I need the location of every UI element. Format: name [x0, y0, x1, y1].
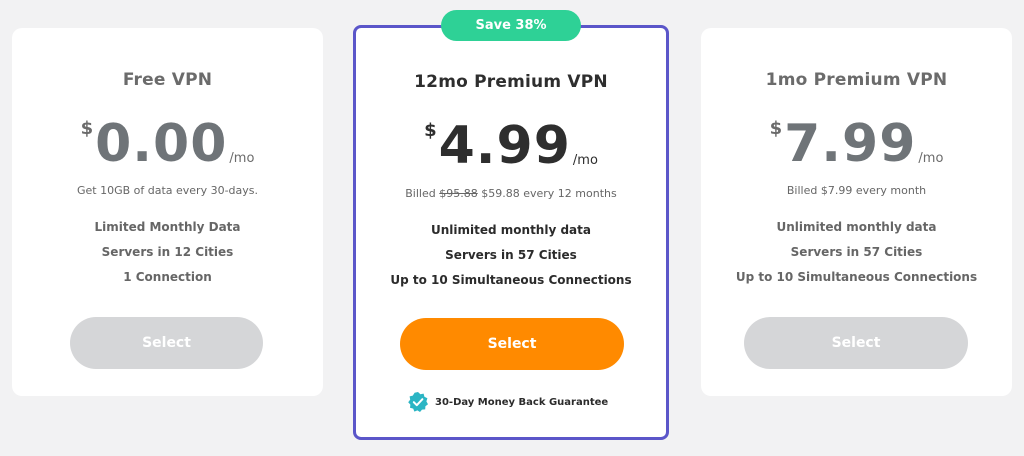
price-period: /mo	[572, 153, 598, 168]
plan-card-free: Free VPN $ 0.00 /mo Get 10GB of data eve…	[12, 28, 323, 396]
billing-text: Get 10GB of data every 30-days.	[76, 184, 259, 197]
feature-item: Servers in 57 Cities	[445, 248, 577, 262]
plan-name: 1mo Premium VPN	[765, 70, 948, 90]
billing-suffix: $59.88 every 12 months	[477, 187, 617, 200]
plan-name: 12mo Premium VPN	[414, 72, 608, 92]
plan-card-1mo: 1mo Premium VPN $ 7.99 /mo Billed $7.99 …	[701, 28, 1012, 396]
feature-item: Unlimited monthly data	[431, 223, 591, 237]
feature-item: Up to 10 Simultaneous Connections	[735, 270, 978, 284]
feature-item: Servers in 57 Cities	[790, 245, 923, 259]
feature-list: Limited Monthly Data Servers in 12 Citie…	[12, 215, 323, 290]
verified-check-icon	[408, 392, 428, 412]
money-back-guarantee: 30-Day Money Back Guarantee	[408, 392, 608, 412]
feature-item: Limited Monthly Data	[94, 220, 241, 234]
price-period: /mo	[918, 151, 944, 166]
billing-text: Billed $95.88 $59.88 every 12 months	[356, 187, 666, 200]
select-12mo-button[interactable]: Select	[400, 318, 624, 370]
price-amount: 4.99	[438, 116, 571, 176]
price: $ 4.99 /mo	[424, 118, 598, 174]
save-badge: Save 38%	[441, 10, 581, 41]
price-amount: 7.99	[784, 114, 917, 174]
feature-list: Unlimited monthly data Servers in 57 Cit…	[356, 218, 666, 293]
price: $ 7.99 /mo	[770, 116, 944, 172]
price-period: /mo	[229, 151, 255, 166]
price-currency: $	[80, 118, 94, 139]
plan-name: Free VPN	[122, 70, 213, 90]
select-1mo-button[interactable]: Select	[744, 317, 968, 369]
guarantee-text: 30-Day Money Back Guarantee	[435, 396, 609, 408]
billing-prefix: Billed	[405, 187, 440, 200]
price-currency: $	[424, 120, 437, 141]
billing-text: Billed $7.99 every month	[786, 184, 927, 197]
billing-old-price: $95.88	[439, 187, 478, 200]
feature-item: Unlimited monthly data	[776, 220, 937, 234]
price: $ 0.00 /mo	[81, 116, 255, 172]
select-free-button[interactable]: Select	[70, 317, 263, 369]
feature-item: Up to 10 Simultaneous Connections	[390, 273, 632, 287]
feature-item: Servers in 12 Cities	[101, 245, 234, 259]
plan-card-12mo: 12mo Premium VPN $ 4.99 /mo Billed $95.8…	[353, 25, 669, 440]
price-currency: $	[769, 118, 783, 139]
price-amount: 0.00	[95, 114, 228, 174]
feature-list: Unlimited monthly data Servers in 57 Cit…	[701, 215, 1012, 290]
feature-item: 1 Connection	[123, 270, 212, 284]
